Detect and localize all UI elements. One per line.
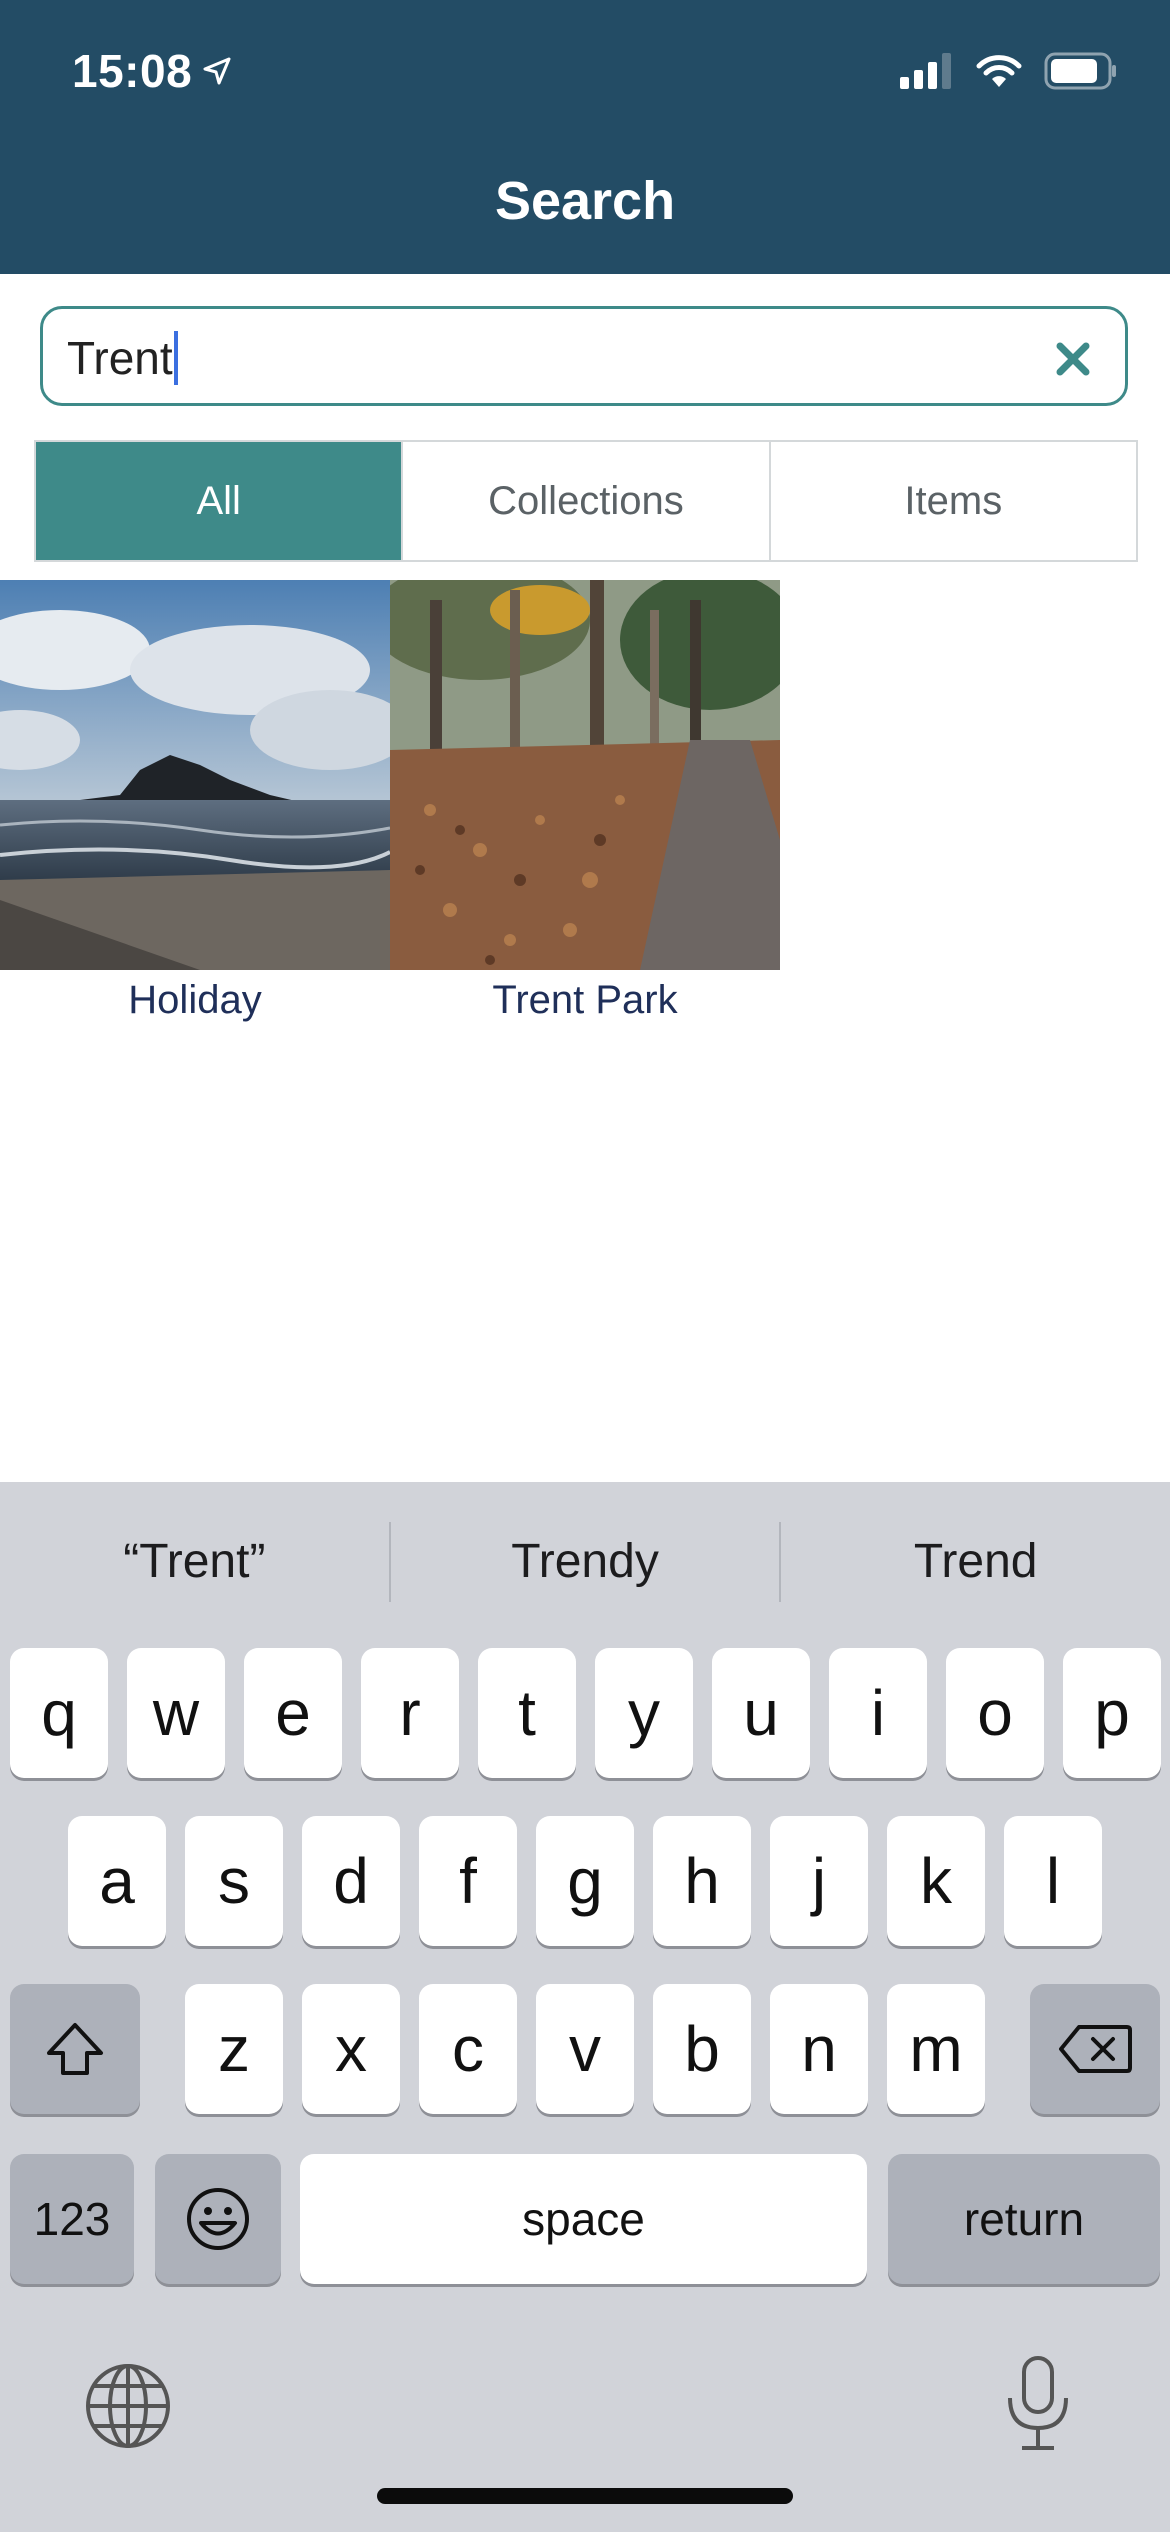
key-t[interactable]: t	[478, 1648, 576, 1778]
text-caret	[173, 331, 178, 385]
status-bar-time: 15:08	[72, 44, 232, 98]
key-w[interactable]: w	[127, 1648, 225, 1778]
key-m[interactable]: m	[887, 1984, 985, 2114]
seaside-photo	[0, 580, 390, 970]
on-screen-keyboard: “Trent” Trendy Trend q w e r t y u i o p…	[0, 1482, 1170, 2532]
shift-key[interactable]	[10, 1984, 140, 2114]
app-header: 15:08 Search	[0, 0, 1170, 274]
search-input[interactable]: Trent	[40, 306, 1128, 406]
key-s[interactable]: s	[185, 1816, 283, 1946]
predictive-suggestions: “Trent” Trendy Trend	[0, 1482, 1170, 1642]
key-i[interactable]: i	[829, 1648, 927, 1778]
numbers-key[interactable]: 123	[10, 2154, 134, 2284]
key-x[interactable]: x	[302, 1984, 400, 2114]
key-r[interactable]: r	[361, 1648, 459, 1778]
result-card-trent-park[interactable]: Trent Park	[390, 580, 780, 1023]
key-l[interactable]: l	[1004, 1816, 1102, 1946]
search-text: Trent	[67, 332, 173, 384]
dictation-button[interactable]	[1000, 2354, 1076, 2459]
key-y[interactable]: y	[595, 1648, 693, 1778]
emoji-icon	[187, 2188, 249, 2250]
key-u[interactable]: u	[712, 1648, 810, 1778]
shift-icon	[47, 2023, 103, 2075]
location-arrow-icon	[203, 57, 231, 85]
key-z[interactable]: z	[185, 1984, 283, 2114]
result-thumbnail	[390, 580, 780, 970]
key-v[interactable]: v	[536, 1984, 634, 2114]
backspace-key[interactable]	[1030, 1984, 1160, 2114]
wifi-icon	[976, 55, 1022, 87]
globe-icon	[86, 2364, 170, 2448]
key-h[interactable]: h	[653, 1816, 751, 1946]
result-card-holiday[interactable]: Holiday	[0, 580, 390, 1023]
page-title: Search	[494, 171, 676, 231]
key-n[interactable]: n	[770, 1984, 868, 2114]
battery-icon	[1044, 52, 1116, 90]
key-q[interactable]: q	[10, 1648, 108, 1778]
search-input-value: Trent	[67, 331, 178, 385]
tab-items[interactable]: Items	[771, 442, 1136, 560]
cellular-signal-icon	[900, 53, 951, 89]
result-label: Trent Park	[492, 978, 678, 1022]
suggestion-item[interactable]: “Trent”	[0, 1502, 389, 1622]
close-icon	[1056, 342, 1090, 376]
globe-button[interactable]	[84, 2362, 172, 2455]
status-time-text: 15:08	[72, 45, 193, 97]
key-f[interactable]: f	[419, 1816, 517, 1946]
suggestion-item[interactable]: Trendy	[391, 1502, 780, 1622]
key-c[interactable]: c	[419, 1984, 517, 2114]
key-d[interactable]: d	[302, 1816, 400, 1946]
key-o[interactable]: o	[946, 1648, 1044, 1778]
home-indicator[interactable]	[377, 2488, 793, 2504]
microphone-icon	[1008, 2356, 1068, 2450]
key-g[interactable]: g	[536, 1816, 634, 1946]
key-k[interactable]: k	[887, 1816, 985, 1946]
status-icons	[900, 52, 1118, 90]
tab-all[interactable]: All	[36, 442, 404, 560]
return-key[interactable]: return	[888, 2154, 1160, 2284]
key-b[interactable]: b	[653, 1984, 751, 2114]
filter-tabs: All Collections Items	[34, 440, 1138, 562]
space-key[interactable]: space	[300, 2154, 867, 2284]
clear-search-button[interactable]	[1045, 331, 1101, 387]
woodland-photo	[390, 580, 780, 970]
result-label: Holiday	[128, 978, 262, 1022]
backspace-icon	[1059, 2025, 1132, 2073]
key-p[interactable]: p	[1063, 1648, 1161, 1778]
key-e[interactable]: e	[244, 1648, 342, 1778]
emoji-key[interactable]	[155, 2154, 281, 2284]
key-a[interactable]: a	[68, 1816, 166, 1946]
suggestion-item[interactable]: Trend	[781, 1502, 1170, 1622]
key-j[interactable]: j	[770, 1816, 868, 1946]
tab-collections[interactable]: Collections	[403, 442, 771, 560]
result-thumbnail	[0, 580, 390, 970]
